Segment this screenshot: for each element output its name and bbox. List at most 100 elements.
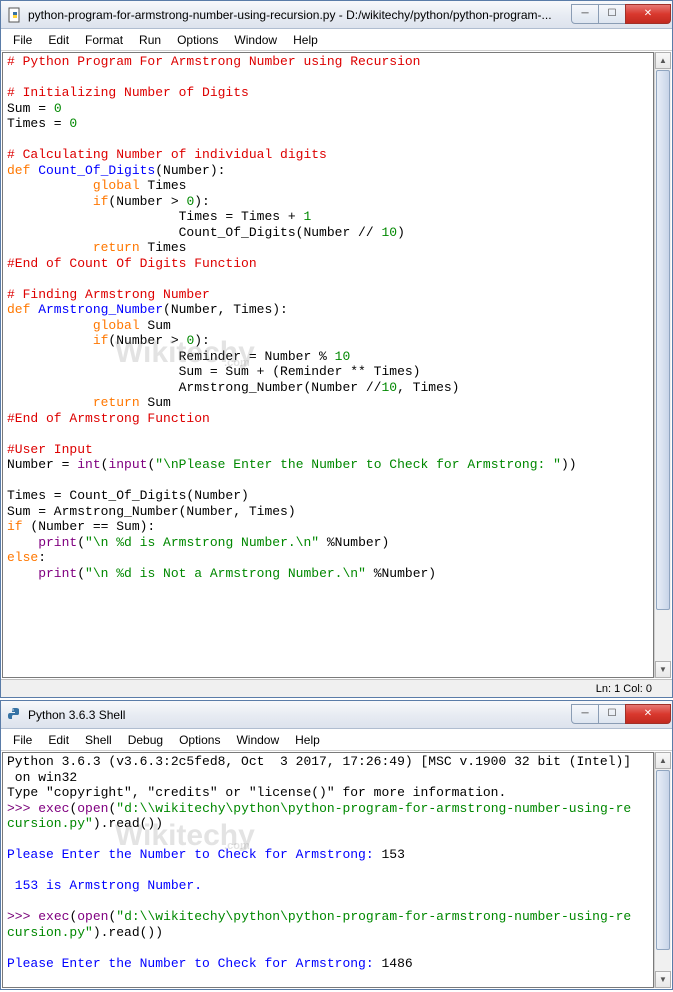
code-text: ( <box>77 535 85 550</box>
output: Please Enter the Number to Check for Arm… <box>7 956 381 971</box>
string: "d:\\wikitechy\python\python-program-for… <box>116 801 631 816</box>
code-text: , Times) <box>397 380 459 395</box>
string: cursion.py" <box>7 816 93 831</box>
code-text: : <box>38 550 46 565</box>
number: 10 <box>335 349 351 364</box>
code-text: ( <box>77 566 85 581</box>
comment: #End of Armstrong Function <box>7 411 210 426</box>
string: "\nPlease Enter the Number to Check for … <box>155 457 561 472</box>
menubar: File Edit Format Run Options Window Help <box>1 29 672 51</box>
window-controls: ─ ☐ ✕ <box>572 4 671 26</box>
menu-options[interactable]: Options <box>169 31 226 49</box>
code-text: Sum = <box>7 101 54 116</box>
keyword: return <box>7 240 140 255</box>
code-text: ) <box>397 225 405 240</box>
shell-text: ).read()) <box>93 925 163 940</box>
statusbar: Ln: 1 Col: 0 <box>1 679 672 697</box>
code-editor[interactable]: ​# Python Program For Armstrong Number u… <box>2 52 654 678</box>
vertical-scrollbar[interactable]: ▲ ▼ <box>654 52 671 678</box>
number: 10 <box>381 380 397 395</box>
vertical-scrollbar[interactable]: ▲ ▼ <box>654 752 671 988</box>
keyword: if <box>7 333 108 348</box>
code-text: Times <box>140 178 187 193</box>
builtin: print <box>7 566 77 581</box>
builtin: open <box>77 909 108 924</box>
shell-text: on win32 <box>7 770 77 785</box>
shell-text: ).read()) <box>93 816 163 831</box>
func-name: Count_Of_Digits <box>30 163 155 178</box>
window-title: Python 3.6.3 Shell <box>28 708 572 722</box>
comment: #End of Count Of Digits Function <box>7 256 257 271</box>
scroll-thumb[interactable] <box>656 70 670 610</box>
code-text: (Number, Times): <box>163 302 288 317</box>
code-text: (Number > <box>108 333 186 348</box>
prompt: >>> <box>7 801 38 816</box>
titlebar[interactable]: python-program-for-armstrong-number-usin… <box>1 1 672 29</box>
scroll-down-arrow[interactable]: ▼ <box>655 971 671 988</box>
code-text: Times = Times + <box>7 209 303 224</box>
builtin: int <box>77 457 100 472</box>
menu-help[interactable]: Help <box>287 731 328 749</box>
output: 1486 is Not a Armstrong Number. <box>7 987 257 989</box>
prompt: >>> <box>7 909 38 924</box>
menu-edit[interactable]: Edit <box>40 731 77 749</box>
minimize-button[interactable]: ─ <box>571 4 599 24</box>
titlebar[interactable]: Python 3.6.3 Shell ─ ☐ ✕ <box>1 701 672 729</box>
menu-edit[interactable]: Edit <box>40 31 77 49</box>
code-text: %Number) <box>366 566 436 581</box>
menu-run[interactable]: Run <box>131 31 169 49</box>
comment: # Finding Armstrong Number <box>7 287 210 302</box>
code-text: Number = <box>7 457 77 472</box>
string: "\n %d is Armstrong Number.\n" <box>85 535 319 550</box>
comment: #User Input <box>7 442 93 457</box>
menu-shell[interactable]: Shell <box>77 731 120 749</box>
maximize-button[interactable]: ☐ <box>598 4 626 24</box>
menu-file[interactable]: File <box>5 31 40 49</box>
close-button[interactable]: ✕ <box>625 704 671 724</box>
menu-window[interactable]: Window <box>226 31 285 49</box>
code-text: (Number): <box>155 163 225 178</box>
keyword: def <box>7 163 30 178</box>
scroll-up-arrow[interactable]: ▲ <box>655 52 671 69</box>
window-title: python-program-for-armstrong-number-usin… <box>28 8 572 22</box>
close-button[interactable]: ✕ <box>625 4 671 24</box>
builtin: exec <box>38 801 69 816</box>
python-file-icon <box>7 7 23 23</box>
shell-console[interactable]: Python 3.6.3 (v3.6.3:2c5fed8, Oct 3 2017… <box>2 752 654 988</box>
keyword: if <box>7 519 23 534</box>
shell-text: Type "copyright", "credits" or "license(… <box>7 785 506 800</box>
keyword: def <box>7 302 30 317</box>
shell-text: Python 3.6.3 (v3.6.3:2c5fed8, Oct 3 2017… <box>7 754 631 769</box>
code-text: (Number == Sum): <box>23 519 156 534</box>
scroll-down-arrow[interactable]: ▼ <box>655 661 671 678</box>
menu-window[interactable]: Window <box>228 731 287 749</box>
comment: # Initializing Number of Digits <box>7 85 249 100</box>
code-text: Sum = Sum + (Reminder ** Times) <box>7 364 420 379</box>
code-text: )) <box>561 457 577 472</box>
maximize-button[interactable]: ☐ <box>598 704 626 724</box>
code-text: Reminder = Number % <box>7 349 335 364</box>
menu-file[interactable]: File <box>5 731 40 749</box>
input-value: 1486 <box>381 956 412 971</box>
code-text: ): <box>194 333 210 348</box>
editor-window: python-program-for-armstrong-number-usin… <box>0 0 673 698</box>
builtin: input <box>108 457 147 472</box>
code-text: %Number) <box>319 535 389 550</box>
menu-format[interactable]: Format <box>77 31 131 49</box>
minimize-button[interactable]: ─ <box>571 704 599 724</box>
comment: # Calculating Number of individual digit… <box>7 147 327 162</box>
builtin: exec <box>38 909 69 924</box>
string: "d:\\wikitechy\python\python-program-for… <box>116 909 631 924</box>
code-text: Sum = Armstrong_Number(Number, Times) <box>7 504 296 519</box>
code-text: Times = Count_Of_Digits(Number) <box>7 488 249 503</box>
menu-help[interactable]: Help <box>285 31 326 49</box>
scroll-up-arrow[interactable]: ▲ <box>655 752 671 769</box>
builtin: print <box>7 535 77 550</box>
scroll-thumb[interactable] <box>656 770 670 950</box>
menu-options[interactable]: Options <box>171 731 228 749</box>
output: 153 is Armstrong Number. <box>7 878 202 893</box>
func-name: Armstrong_Number <box>30 302 163 317</box>
keyword: else <box>7 550 38 565</box>
menu-debug[interactable]: Debug <box>120 731 171 749</box>
keyword: return <box>7 395 140 410</box>
